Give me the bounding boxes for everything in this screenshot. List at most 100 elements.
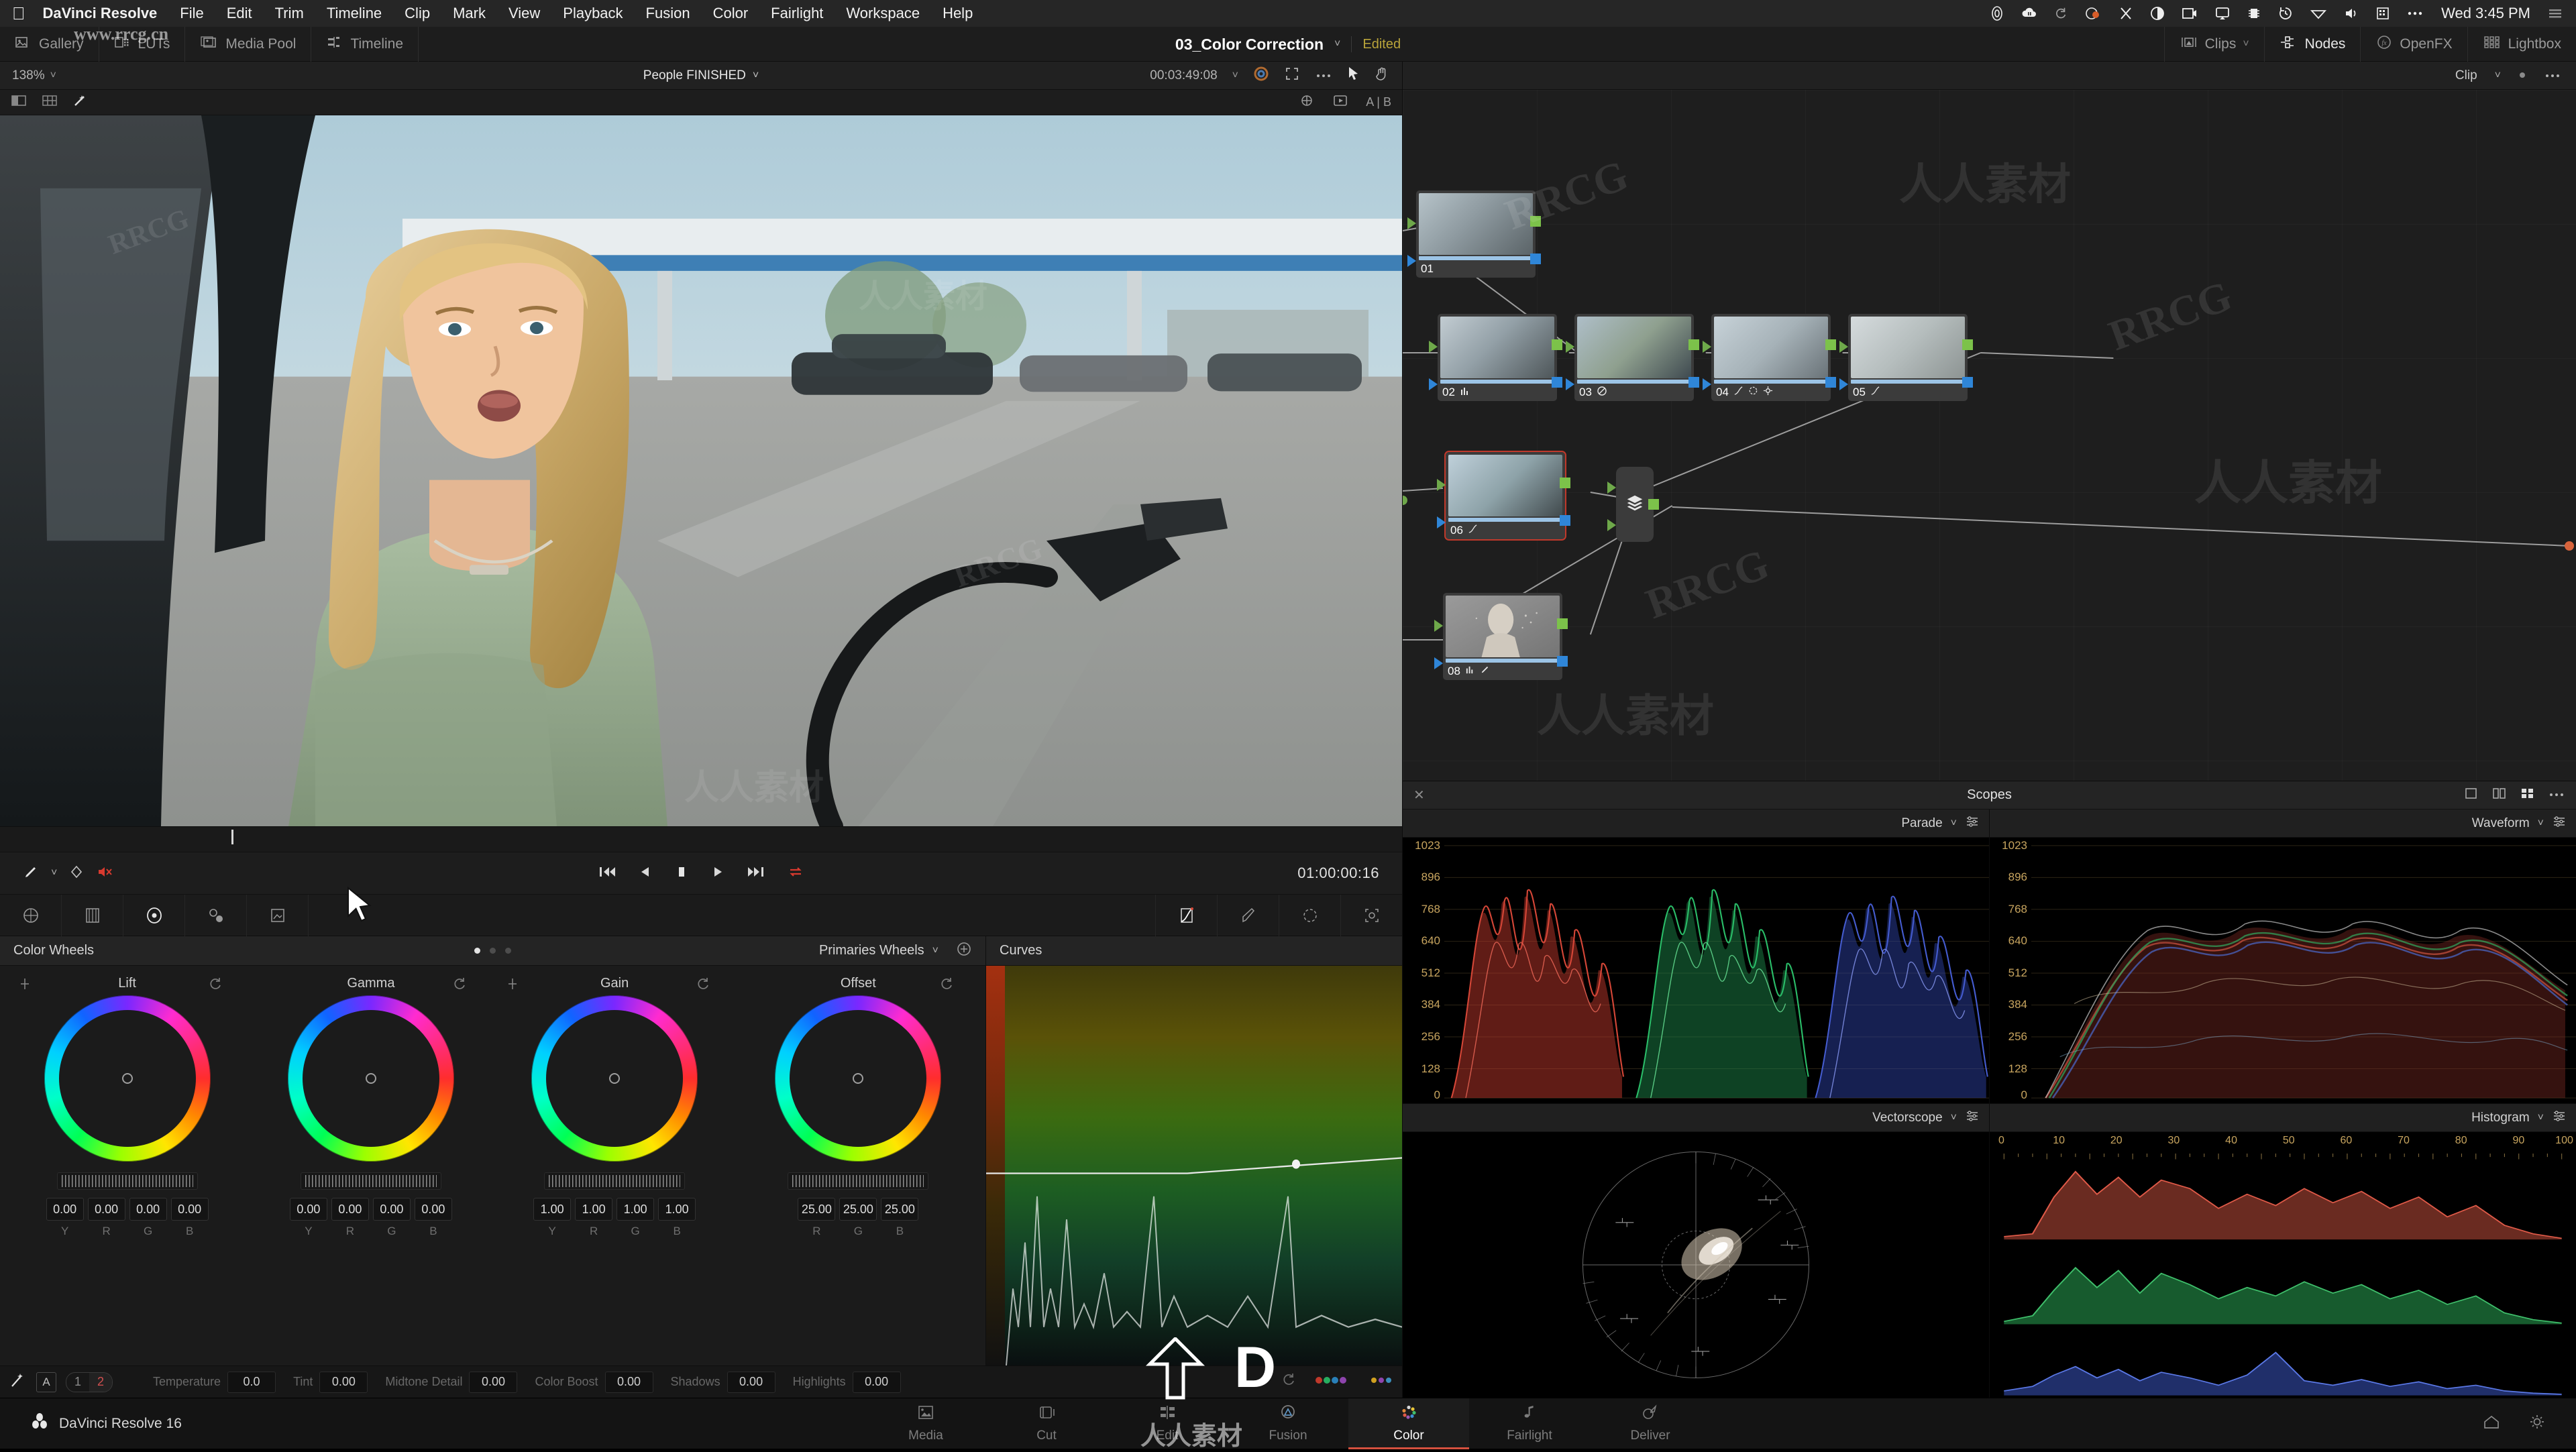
gamma-master-slider[interactable] [300, 1172, 441, 1190]
node-05-input-key[interactable] [1839, 378, 1848, 390]
qualifier-icon[interactable] [62, 894, 123, 936]
node-04-input-rgb[interactable] [1703, 341, 1711, 353]
node-05[interactable]: 05 [1839, 314, 1973, 401]
scope-histogram-body[interactable]: 0 10 20 30 40 50 60 70 80 90 100 [1990, 1132, 2576, 1398]
color-dots-icon[interactable] [1370, 1374, 1393, 1390]
wand-icon[interactable] [72, 93, 90, 111]
menu-item-color[interactable]: Color [713, 5, 749, 22]
skip-start-icon[interactable] [598, 864, 616, 883]
transform-icon[interactable] [1299, 93, 1315, 111]
spiral-icon[interactable] [1989, 5, 2005, 21]
reset-all-icon[interactable] [1281, 1372, 1297, 1392]
node-06-output-rgb[interactable] [1560, 478, 1570, 488]
video-viewer[interactable]: RRCG 人人素材 RRCG 人人素材 [0, 115, 1402, 826]
node-05-output-key[interactable] [1962, 377, 1973, 388]
split-screen-icon[interactable] [11, 93, 28, 111]
node-06-input-key[interactable] [1437, 516, 1446, 528]
gain-master-slider[interactable] [544, 1172, 686, 1190]
node-08-input-rgb[interactable] [1434, 620, 1443, 632]
lift-color-ring[interactable] [44, 995, 211, 1162]
param-shadows-value[interactable]: 0.00 [727, 1371, 775, 1393]
stop-icon[interactable] [674, 864, 689, 883]
menu-item-fairlight[interactable]: Fairlight [771, 5, 823, 22]
viewer-scrubber[interactable] [0, 826, 1402, 852]
layer-mixer-input-1[interactable] [1607, 482, 1616, 494]
3d-keyer-icon[interactable] [0, 894, 62, 936]
layer-mixer-output[interactable] [1648, 499, 1659, 510]
menu-item-fusion[interactable]: Fusion [646, 5, 690, 22]
lift-value-g[interactable]: 0.00 [129, 1198, 167, 1221]
project-name[interactable]: 03_Color Correction [1175, 36, 1324, 54]
page-dot-1[interactable] [474, 948, 480, 954]
node-03-output-rgb[interactable] [1688, 339, 1699, 350]
page-tab-cut[interactable]: Cut [986, 1398, 1107, 1449]
curves-icon[interactable] [1155, 894, 1217, 936]
lift-value-b[interactable]: 0.00 [170, 1198, 209, 1221]
lift-ring-handle[interactable] [121, 1073, 133, 1084]
node-01-input-key[interactable] [1407, 255, 1416, 267]
loop-icon[interactable] [787, 864, 804, 883]
dual-view-icon[interactable] [2491, 786, 2508, 804]
lift-bias-icon[interactable] [17, 976, 32, 995]
power-window-icon[interactable] [123, 894, 185, 936]
node-panel-title[interactable]: Clip [2455, 68, 2477, 83]
cloud-icon[interactable] [2021, 5, 2037, 21]
menu-item-mark[interactable]: Mark [453, 5, 486, 22]
param-color-boost-value[interactable]: 0.00 [604, 1371, 653, 1393]
menu-item-workspace[interactable]: Workspace [846, 5, 920, 22]
gain-value-g[interactable]: 1.00 [616, 1198, 655, 1221]
menu-item-help[interactable]: Help [943, 5, 973, 22]
lift-value-y[interactable]: 0.00 [46, 1198, 84, 1221]
offset-value-b[interactable]: 25.00 [881, 1198, 919, 1221]
rgb-mix-icon[interactable] [1313, 1374, 1354, 1390]
node-02-output-rgb[interactable] [1552, 339, 1562, 350]
play-reverse-icon[interactable] [638, 864, 653, 883]
scope-waveform-title[interactable]: Waveform [2472, 816, 2530, 831]
openfx-button[interactable]: fx OpenFX [2360, 27, 2467, 62]
page-tab-fairlight[interactable]: Fairlight [1469, 1398, 1590, 1449]
cinema-viewer-icon[interactable] [1332, 93, 1348, 111]
qualifier-picker-icon[interactable] [1217, 894, 1279, 936]
node-06-input-rgb[interactable] [1437, 479, 1446, 491]
gain-bias-icon[interactable] [505, 976, 520, 995]
page-dot-3[interactable] [505, 948, 511, 954]
node-04-input-key[interactable] [1703, 378, 1711, 390]
curves-graph[interactable] [986, 966, 1402, 1365]
timeline-button[interactable]: Timeline [311, 26, 419, 62]
scope-vectorscope-body[interactable] [1403, 1132, 1989, 1398]
page-tab-deliver[interactable]: Deliver [1590, 1398, 1711, 1449]
nodes-button[interactable]: Nodes [2263, 27, 2361, 62]
reset-icon[interactable] [453, 976, 468, 995]
scope-vectorscope-title[interactable]: Vectorscope [1872, 1111, 1943, 1125]
skip-end-icon[interactable] [747, 864, 765, 883]
param-highlights-value[interactable]: 0.00 [852, 1371, 901, 1393]
reset-icon[interactable] [940, 976, 955, 995]
colorsync-icon[interactable] [2084, 5, 2102, 21]
playhead[interactable] [231, 830, 233, 844]
settings-sliders-icon[interactable] [2552, 814, 2567, 833]
version-1[interactable]: 1 [66, 1373, 89, 1392]
cpu-icon[interactable] [2247, 5, 2261, 21]
gamma-value-g[interactable]: 0.00 [372, 1198, 411, 1221]
wifi-icon[interactable] [2310, 6, 2327, 21]
version-a-button[interactable]: A [36, 1372, 56, 1392]
offset-value-r[interactable]: 25.00 [798, 1198, 836, 1221]
play-forward-icon[interactable] [710, 864, 725, 883]
settings-sliders-icon[interactable] [2552, 1109, 2567, 1127]
gain-value-r[interactable]: 1.00 [575, 1198, 613, 1221]
gain-color-ring[interactable] [531, 995, 698, 1162]
settings-sliders-icon[interactable] [1965, 1109, 1980, 1127]
luts-button[interactable]: LUTs [99, 26, 186, 62]
node-graph[interactable]: 01 02 03 04 05 06 08 RRCG 人人素材 RRCG 人人素材… [1403, 90, 2576, 781]
node-04-output-key[interactable] [1825, 377, 1836, 388]
menu-item-edit[interactable]: Edit [227, 5, 252, 22]
gamma-value-r[interactable]: 0.00 [331, 1198, 369, 1221]
menu-item-playback[interactable]: Playback [563, 5, 623, 22]
blur-icon[interactable] [247, 894, 309, 936]
node-03-input-rgb[interactable] [1566, 341, 1574, 353]
node-08-input-key[interactable] [1434, 657, 1443, 669]
gain-ring-handle[interactable] [609, 1073, 621, 1084]
lightbox-button[interactable]: Lightbox [2467, 27, 2576, 62]
refresh-icon[interactable] [2053, 6, 2068, 21]
quad-view-icon[interactable] [2520, 786, 2536, 804]
